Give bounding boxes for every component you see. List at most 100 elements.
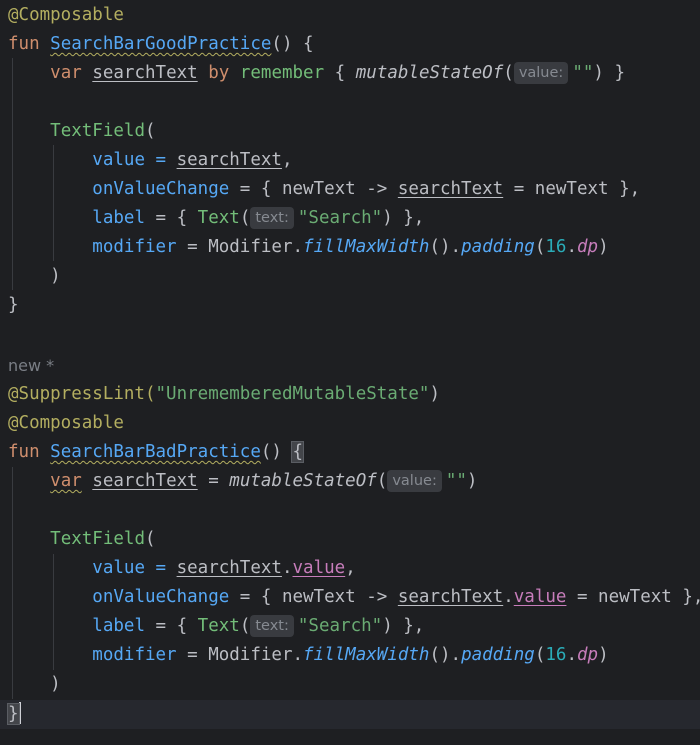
current-line-highlight: [0, 700, 700, 729]
code-line-3[interactable]: var searchText by remember { mutableStat…: [8, 59, 625, 88]
code-line-15[interactable]: @Composable: [8, 409, 124, 438]
paren: (: [376, 471, 388, 491]
paren: (: [534, 237, 546, 257]
code-line-17[interactable]: var searchText = mutableStateOf(value: ""…: [8, 467, 477, 496]
search-string-literal: "Search": [297, 208, 383, 228]
function-name-bad[interactable]: SearchBarBadPractice: [50, 442, 261, 462]
value-property[interactable]: value: [514, 587, 567, 607]
search-text-variable[interactable]: searchText: [92, 63, 197, 83]
empty-string-literal: "": [572, 63, 594, 83]
paren: (: [144, 529, 156, 549]
code-line-6[interactable]: value = searchText,: [8, 146, 292, 175]
padding-call[interactable]: padding: [461, 237, 535, 257]
text-call[interactable]: Text: [198, 616, 240, 636]
code-line-16[interactable]: fun SearchBarBadPractice() {: [8, 438, 304, 467]
author-hint-line[interactable]: new *: [8, 351, 54, 380]
assignment: = newText },: [503, 179, 641, 199]
code-editor[interactable]: @Composable fun SearchBarGoodPractice() …: [0, 0, 700, 745]
remember-call[interactable]: remember: [240, 63, 324, 83]
paren: ): [429, 384, 440, 404]
textfield-call[interactable]: TextField: [50, 121, 145, 141]
paren: ): [598, 645, 609, 665]
on-value-change-param: onValueChange: [92, 587, 230, 607]
paren: (: [239, 208, 251, 228]
code-line-19[interactable]: TextField(: [8, 525, 156, 554]
label-param: label: [92, 208, 145, 228]
matched-brace: }: [7, 703, 20, 725]
dp-extension[interactable]: dp: [577, 645, 598, 665]
search-text-variable[interactable]: searchText: [177, 150, 282, 170]
search-text-variable[interactable]: searchText: [92, 471, 197, 491]
lambda-open: = {: [144, 208, 198, 228]
modifier-param: modifier: [92, 237, 177, 257]
fill-max-width-call[interactable]: fillMaxWidth: [303, 645, 429, 665]
suppress-string-literal: "UnrememberedMutableState": [155, 384, 430, 404]
paren: (: [239, 616, 251, 636]
paren: ): [466, 471, 478, 491]
equals: =: [144, 558, 177, 578]
value-property[interactable]: value: [293, 558, 346, 578]
modifier-param: modifier: [92, 645, 177, 665]
code-line-25[interactable]: }: [7, 700, 21, 729]
code-line-9[interactable]: modifier = Modifier.fillMaxWidth().paddi…: [8, 233, 608, 262]
parameter-hint-text: text:: [250, 615, 294, 637]
parameter-hint-text: text:: [250, 207, 294, 229]
code-line-23[interactable]: modifier = Modifier.fillMaxWidth().paddi…: [8, 641, 609, 670]
comma: ,: [345, 558, 356, 578]
code-line-20[interactable]: value = searchText.value,: [8, 554, 356, 583]
lambda-open: = { newText ->: [229, 587, 398, 607]
dp-extension[interactable]: dp: [577, 237, 598, 257]
call-dot: ().: [429, 645, 462, 665]
code-line-14[interactable]: @SuppressLint("UnrememberedMutableState"…: [8, 380, 440, 409]
modifier-object[interactable]: Modifier.: [208, 645, 303, 665]
code-line-7[interactable]: onValueChange = { newText -> searchText …: [8, 175, 640, 204]
lambda-open: = { newText ->: [229, 179, 398, 199]
code-line-22[interactable]: label = { Text(text: "Search") },: [8, 612, 424, 641]
mutable-state-of-call[interactable]: mutableStateOf: [356, 63, 504, 83]
empty-string-literal: "": [445, 471, 467, 491]
equals: =: [197, 471, 230, 491]
assignment: = newText },: [566, 587, 700, 607]
close-brace: }: [8, 295, 19, 315]
code-line-1[interactable]: @Composable: [8, 1, 124, 30]
code-line-5[interactable]: TextField(: [8, 117, 156, 146]
lambda-brace: {: [324, 63, 356, 83]
modifier-object[interactable]: Modifier.: [208, 237, 303, 257]
code-line-2[interactable]: fun SearchBarGoodPractice() {: [8, 30, 314, 59]
text-call[interactable]: Text: [198, 208, 240, 228]
value-param: value: [92, 150, 145, 170]
close-paren: ): [50, 674, 61, 694]
by-keyword: by: [208, 63, 230, 83]
fill-max-width-call[interactable]: fillMaxWidth: [303, 237, 429, 257]
search-text-variable[interactable]: searchText: [398, 179, 503, 199]
parameter-hint-value: value:: [387, 470, 442, 492]
search-text-variable[interactable]: searchText: [398, 587, 503, 607]
mutable-state-of-call[interactable]: mutableStateOf: [229, 471, 377, 491]
search-text-variable[interactable]: searchText: [177, 558, 282, 578]
author-hint[interactable]: new *: [8, 356, 54, 375]
composable-annotation: @Composable: [8, 413, 124, 433]
var-keyword: var: [50, 471, 82, 491]
line-tail: ) },: [382, 616, 425, 636]
equals: =: [176, 237, 209, 257]
dot: .: [503, 587, 514, 607]
fun-keyword: fun: [8, 442, 40, 462]
padding-call[interactable]: padding: [461, 645, 535, 665]
equals: =: [144, 150, 177, 170]
paren: (: [144, 121, 156, 141]
text-caret: [18, 702, 21, 724]
code-line-8[interactable]: label = { Text(text: "Search") },: [8, 204, 424, 233]
on-value-change-param: onValueChange: [92, 179, 230, 199]
paren: (: [534, 645, 546, 665]
textfield-call[interactable]: TextField: [50, 529, 145, 549]
value-param: value: [92, 558, 145, 578]
function-name-good[interactable]: SearchBarGoodPractice: [50, 34, 271, 54]
code-line-11[interactable]: }: [8, 291, 19, 320]
code-line-24[interactable]: ): [8, 670, 61, 699]
code-line-21[interactable]: onValueChange = { newText -> searchText.…: [8, 583, 700, 612]
line-tail: ) }: [593, 63, 625, 83]
number-literal: 16: [545, 645, 567, 665]
code-line-10[interactable]: ): [8, 262, 61, 291]
dot: .: [566, 237, 578, 257]
composable-annotation: @Composable: [8, 5, 124, 25]
